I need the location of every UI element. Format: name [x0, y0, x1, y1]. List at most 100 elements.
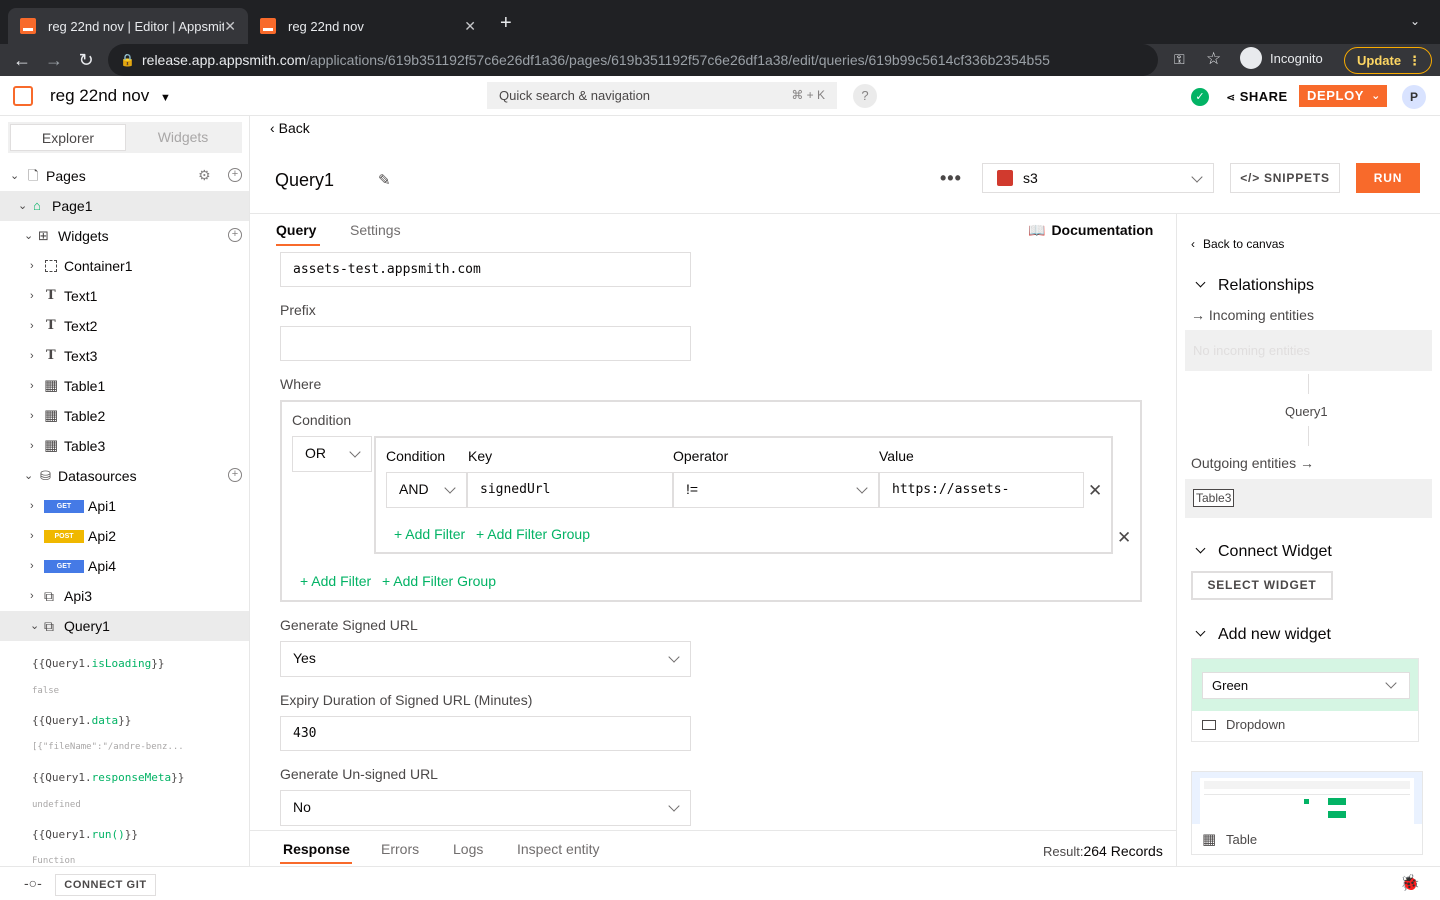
snippets-button[interactable]: </> SNIPPETS: [1230, 163, 1340, 193]
browser-tab-editor[interactable]: reg 22nd nov | Editor | Appsmith ✕: [8, 8, 248, 44]
url-bar[interactable]: 🔒 release.app.appsmith.com/applications/…: [108, 44, 1158, 76]
back-arrow-icon[interactable]: ←: [10, 48, 34, 72]
update-button[interactable]: Update ⋮: [1344, 47, 1432, 74]
close-tab-icon[interactable]: ✕: [224, 18, 236, 35]
add-filter-outer-link[interactable]: + Add Filter: [300, 573, 371, 589]
tree-api-item[interactable]: › GET Api1: [0, 491, 249, 521]
tab-search-chevron-icon[interactable]: ⌄: [1410, 14, 1420, 28]
appsmith-logo-icon[interactable]: [13, 86, 33, 106]
edit-pencil-icon[interactable]: ✎: [378, 171, 391, 189]
table-widget-card[interactable]: ▦ Table: [1191, 771, 1423, 855]
reload-icon[interactable]: ↻: [74, 48, 98, 72]
run-button[interactable]: RUN: [1356, 163, 1420, 193]
query-name[interactable]: Query1: [275, 170, 334, 191]
add-new-widget-section[interactable]: Add new widget: [1195, 626, 1331, 644]
tree-widget-item[interactable]: › T Text3: [0, 341, 249, 371]
tab-response[interactable]: Response: [283, 841, 350, 857]
connect-git-button[interactable]: CONNECT GIT: [55, 874, 156, 896]
datasource-select[interactable]: s3: [982, 163, 1214, 193]
tab-widgets[interactable]: Widgets: [126, 124, 240, 151]
tab-query[interactable]: Query: [276, 222, 316, 238]
deploy-button[interactable]: DEPLOY ⌄: [1299, 85, 1387, 107]
chevron-right-icon[interactable]: ›: [30, 431, 34, 461]
tree-widget-item[interactable]: › T Text2: [0, 311, 249, 341]
add-filter-inner-link[interactable]: + Add Filter: [394, 526, 465, 542]
bug-icon[interactable]: 🐞: [1400, 873, 1420, 893]
prefix-input[interactable]: [280, 326, 691, 361]
tree-widget-item[interactable]: › ▦ Table3: [0, 431, 249, 461]
expiry-input[interactable]: 430: [280, 716, 691, 751]
tab-settings[interactable]: Settings: [350, 222, 401, 238]
star-icon[interactable]: ☆: [1206, 49, 1221, 69]
add-filter-group-outer-link[interactable]: + Add Filter Group: [382, 573, 496, 589]
chevron-down-icon[interactable]: ⌄: [30, 611, 39, 641]
tab-logs[interactable]: Logs: [453, 841, 483, 857]
tab-explorer[interactable]: Explorer: [10, 124, 126, 151]
app-name-menu[interactable]: reg 22nd nov ▼: [50, 86, 171, 106]
chevron-right-icon[interactable]: ›: [30, 251, 34, 281]
filter-value-input[interactable]: https://assets-: [879, 472, 1084, 508]
chevron-right-icon[interactable]: ›: [30, 341, 34, 371]
tree-widget-item[interactable]: › ▦ Table1: [0, 371, 249, 401]
tree-widget-item[interactable]: › T Text1: [0, 281, 249, 311]
tree-datasources[interactable]: ⌄ ⛁ Datasources +: [0, 461, 249, 491]
documentation-link[interactable]: 📖 Documentation: [1028, 222, 1153, 239]
tab-errors[interactable]: Errors: [381, 841, 419, 857]
outgoing-entity-chip[interactable]: Table3: [1193, 489, 1235, 507]
select-widget-button[interactable]: SELECT WIDGET: [1191, 571, 1333, 600]
chevron-down-icon[interactable]: ⌄: [10, 161, 19, 191]
remove-filter-icon[interactable]: ✕: [1088, 481, 1102, 501]
chevron-right-icon[interactable]: ›: [30, 311, 34, 341]
new-tab-button[interactable]: +: [500, 12, 512, 35]
binding-run[interactable]: {{Query1.run()}}: [32, 828, 138, 841]
tree-pages[interactable]: ⌄ 🗋 Pages ⚙ +: [0, 161, 249, 191]
chevron-down-icon[interactable]: ⌄: [24, 221, 33, 251]
chevron-down-icon[interactable]: ⌄: [18, 191, 27, 221]
tree-page1[interactable]: ⌄ ⌂ Page1: [0, 191, 249, 221]
more-options-icon[interactable]: •••: [940, 168, 962, 189]
chevron-right-icon[interactable]: ›: [30, 491, 34, 521]
forward-arrow-icon[interactable]: →: [42, 48, 66, 72]
chevron-right-icon[interactable]: ›: [30, 521, 34, 551]
tree-api-item[interactable]: › ⧉ Api3: [0, 581, 249, 611]
chevron-right-icon[interactable]: ›: [30, 401, 34, 431]
incognito-indicator[interactable]: Incognito: [1240, 47, 1323, 69]
relationships-section[interactable]: Relationships: [1195, 277, 1314, 295]
remove-filter-group-icon[interactable]: ✕: [1117, 528, 1131, 548]
unsigned-url-select[interactable]: No: [280, 790, 691, 826]
dropdown-widget-card[interactable]: Green Dropdown: [1191, 658, 1419, 742]
add-filter-group-inner-link[interactable]: + Add Filter Group: [476, 526, 590, 542]
tree-query1[interactable]: ⌄ ⧉ Query1: [0, 611, 249, 641]
chevron-right-icon[interactable]: ›: [30, 281, 34, 311]
tree-api-item[interactable]: › POST Api2: [0, 521, 249, 551]
operator-select[interactable]: !=: [673, 472, 879, 508]
help-icon[interactable]: ?: [853, 84, 877, 108]
tree-widget-item[interactable]: › Container1: [0, 251, 249, 281]
gear-icon[interactable]: ⚙: [198, 168, 211, 182]
bucket-input[interactable]: assets-test.appsmith.com: [280, 252, 691, 287]
tab-inspect-entity[interactable]: Inspect entity: [517, 841, 600, 857]
chevron-right-icon[interactable]: ›: [30, 551, 34, 581]
add-widget-icon[interactable]: +: [228, 228, 242, 242]
tree-api-item[interactable]: › GET Api4: [0, 551, 249, 581]
binding-data[interactable]: {{Query1.data}}: [32, 714, 131, 727]
add-page-icon[interactable]: +: [228, 168, 242, 182]
back-link[interactable]: ‹ Back: [270, 120, 310, 136]
share-button[interactable]: ⋖ SHARE: [1226, 89, 1288, 104]
outer-condition-select[interactable]: OR: [292, 436, 372, 472]
back-to-canvas-link[interactable]: ‹ Back to canvas: [1191, 237, 1284, 251]
add-datasource-icon[interactable]: +: [228, 468, 242, 482]
connect-widget-section[interactable]: Connect Widget: [1195, 543, 1332, 561]
tree-widget-item[interactable]: › ▦ Table2: [0, 401, 249, 431]
avatar[interactable]: P: [1402, 85, 1426, 109]
chevron-down-icon[interactable]: ⌄: [24, 461, 33, 491]
key-icon[interactable]: ⚿: [1174, 51, 1185, 68]
binding-isloading[interactable]: {{Query1.isLoading}}: [32, 657, 164, 670]
tree-widgets[interactable]: ⌄ ⊞ Widgets +: [0, 221, 249, 251]
chevron-right-icon[interactable]: ›: [30, 371, 34, 401]
quick-search-input[interactable]: Quick search & navigation ⌘ + K: [487, 82, 837, 109]
signed-url-select[interactable]: Yes: [280, 641, 691, 677]
binding-responsemeta[interactable]: {{Query1.responseMeta}}: [32, 771, 184, 784]
browser-tab-app[interactable]: reg 22nd nov ✕: [248, 8, 488, 44]
inner-condition-select[interactable]: AND: [386, 472, 467, 508]
